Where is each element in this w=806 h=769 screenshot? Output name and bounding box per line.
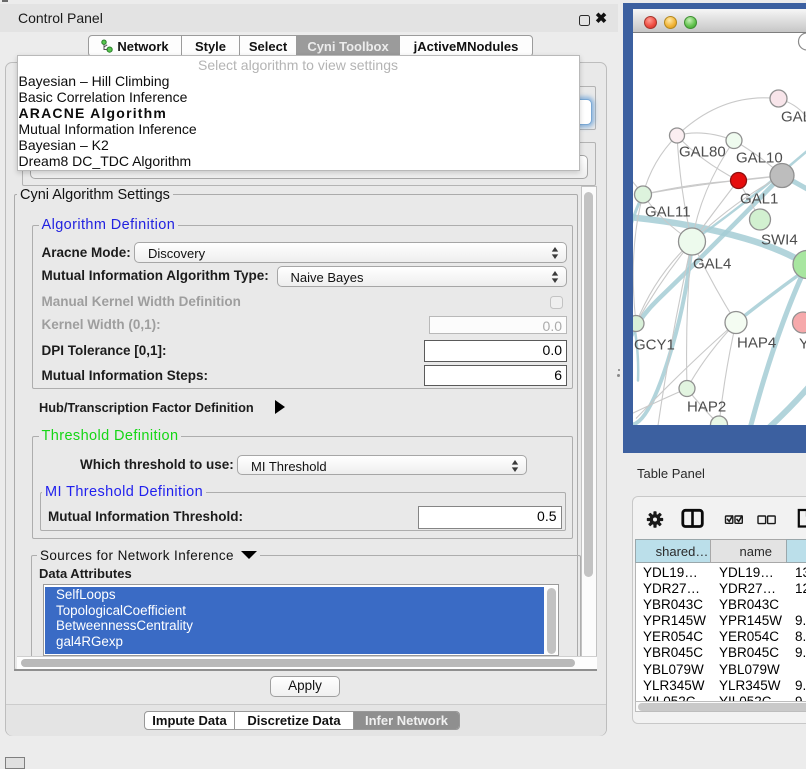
svg-text:GAL10: GAL10: [736, 149, 783, 166]
svg-text:GAL11: GAL11: [645, 203, 691, 220]
svg-text:GAL2: GAL2: [781, 108, 806, 125]
svg-text:GCY1: GCY1: [634, 336, 675, 353]
svg-text:GAL80: GAL80: [679, 143, 726, 160]
svg-text:HAP2: HAP2: [687, 398, 726, 415]
svg-text:SWI4: SWI4: [761, 231, 798, 248]
svg-text:HAP4: HAP4: [737, 334, 776, 351]
svg-text:GAL1: GAL1: [740, 190, 778, 207]
svg-text:Y: Y: [799, 335, 806, 352]
svg-text:GAL4: GAL4: [693, 255, 731, 272]
